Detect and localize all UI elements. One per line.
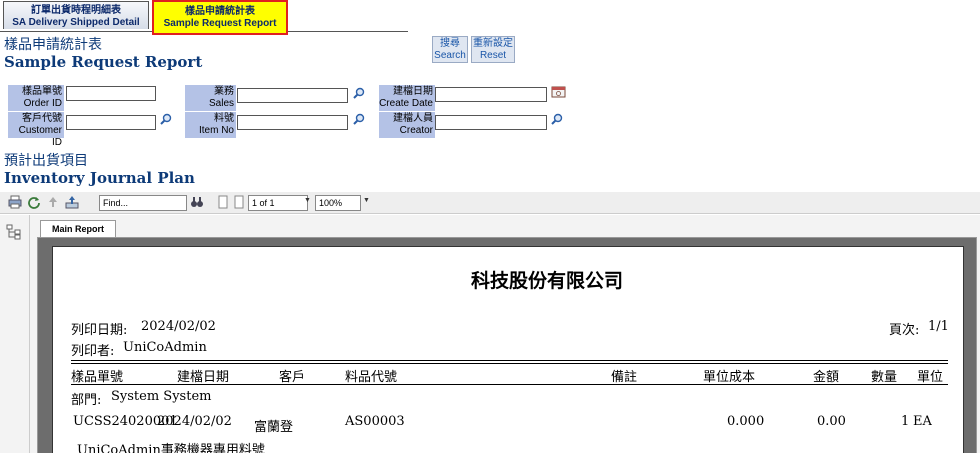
sales-search-icon[interactable] <box>353 87 365 99</box>
sales-label: 業務 Sales <box>185 85 236 111</box>
tab-label-zh: 樣品申請統計表 <box>185 6 255 17</box>
label-en: Order ID <box>23 98 62 109</box>
creator-input[interactable] <box>435 115 547 130</box>
previous-page-icon[interactable] <box>232 195 246 209</box>
order-id-input[interactable] <box>66 86 156 101</box>
header-rule-top <box>71 360 948 361</box>
print-icon[interactable] <box>8 195 22 209</box>
page-label: 頁次: <box>889 323 920 338</box>
print-date-value: 2024/02/02 <box>141 319 216 334</box>
search-button[interactable]: 搜尋 Search <box>432 36 468 63</box>
create-date-input[interactable] <box>435 87 547 102</box>
reset-button-zh: 重新設定 <box>473 38 513 49</box>
customer-id-input[interactable] <box>66 115 156 130</box>
col-unit: 單位 <box>917 370 944 385</box>
col-amount: 金額 <box>813 370 840 385</box>
col-customer: 客戶 <box>279 370 306 385</box>
label-en: Creator <box>399 125 433 136</box>
print-date-label: 列印日期: <box>71 323 128 338</box>
parent-report-icon[interactable] <box>46 195 60 209</box>
printer-value: UniCoAdmin <box>123 340 207 355</box>
label-en: Item No <box>198 125 234 136</box>
page-number-input[interactable]: 1 of 1 <box>248 195 308 211</box>
label-en: Create Date <box>379 98 433 109</box>
creator-label: 建檔人員 Creator <box>379 112 435 138</box>
col-create-date: 建檔日期 <box>177 370 230 385</box>
refresh-icon[interactable] <box>27 195 41 209</box>
tab-label-zh: 訂單出貨時程明細表 <box>31 5 121 16</box>
page-title: 樣品申請統計表 Sample Request Report <box>4 37 202 71</box>
section-title-en: Inventory Journal Plan <box>4 169 195 187</box>
label-en: Sales <box>208 98 234 109</box>
label-zh: 建檔人員 <box>393 113 433 124</box>
col-qty: 數量 <box>871 370 898 385</box>
page-title-en: Sample Request Report <box>4 53 203 71</box>
document-map-sidebar <box>0 215 30 453</box>
row-amount: 0.00 <box>817 414 846 429</box>
item-search-icon[interactable] <box>353 113 365 125</box>
tab-main-report[interactable]: Main Report <box>40 220 116 237</box>
page-dropdown-chevron-icon[interactable]: ▼ <box>304 197 311 204</box>
find-input[interactable]: Find... <box>99 195 187 211</box>
creator-search-icon[interactable] <box>551 113 563 125</box>
row-date: 2024/02/02 <box>157 414 232 429</box>
export-icon[interactable] <box>65 195 79 209</box>
row-note: UniCoAdmin事務機器專用料號 <box>77 443 265 453</box>
report-tabs: 訂單出貨時程明細表 SA Delivery Shipped Detail 樣品申… <box>0 0 408 35</box>
zoom-dropdown-chevron-icon[interactable]: ▼ <box>363 197 370 204</box>
dept-value: System System <box>111 389 212 404</box>
section-title-zh: 預計出貨項目 <box>4 153 88 169</box>
row-item: AS00003 <box>345 414 405 429</box>
create-date-label: 建檔日期 Create Date <box>379 85 435 111</box>
section-title: 預計出貨項目 Inventory Journal Plan <box>4 153 195 187</box>
reset-button[interactable]: 重新設定 Reset <box>471 36 515 63</box>
item-no-input[interactable] <box>237 115 348 130</box>
search-button-zh: 搜尋 <box>440 38 460 49</box>
tab-sample-request-report[interactable]: 樣品申請統計表 Sample Request Report <box>152 0 288 35</box>
printer-label: 列印者: <box>71 344 115 359</box>
row-unit: EA <box>913 414 932 429</box>
header-rule-bottom <box>71 384 948 385</box>
row-qty: 1 <box>901 414 910 429</box>
col-remark: 備註 <box>611 370 638 385</box>
col-item: 料品代號 <box>345 370 398 385</box>
item-no-label: 料號 Item No <box>185 112 236 138</box>
row-customer: 富蘭登 <box>254 420 294 435</box>
report-page: 科技股份有限公司 列印日期: 2024/02/02 頁次: 1/1 列印者: U… <box>52 246 964 453</box>
zoom-select[interactable]: 100% <box>315 195 361 211</box>
calendar-icon[interactable] <box>551 86 566 98</box>
label-zh: 建檔日期 <box>393 86 433 97</box>
label-zh: 業務 <box>214 86 234 97</box>
document-map-icon[interactable] <box>6 224 22 240</box>
sales-input[interactable] <box>237 88 348 103</box>
order-id-label: 樣品單號 Order ID <box>8 85 64 111</box>
page-title-zh: 樣品申請統計表 <box>4 37 102 53</box>
binoculars-icon[interactable] <box>190 195 204 209</box>
page-value: 1/1 <box>928 319 949 334</box>
col-order-id: 樣品單號 <box>71 370 124 385</box>
label-en: Customer ID <box>18 125 62 148</box>
header-rule-top2 <box>71 363 948 364</box>
tab-label-en: Sample Request Report <box>163 18 277 29</box>
first-page-icon[interactable] <box>216 195 230 209</box>
reset-button-en: Reset <box>479 50 507 61</box>
search-button-en: Search <box>434 50 466 61</box>
label-zh: 客戶代號 <box>22 113 62 124</box>
customer-id-label: 客戶代號 Customer ID <box>8 112 64 148</box>
col-unit-cost: 單位成本 <box>703 370 756 385</box>
tab-sa-delivery-shipped-detail[interactable]: 訂單出貨時程明細表 SA Delivery Shipped Detail <box>3 1 149 29</box>
label-zh: 樣品單號 <box>22 86 62 97</box>
tab-label-en: SA Delivery Shipped Detail <box>12 17 140 28</box>
customer-search-icon[interactable] <box>160 113 172 125</box>
company-name: 科技股份有限公司 <box>471 270 624 292</box>
dept-label: 部門: <box>71 393 102 408</box>
report-viewer-toolbar: Find... 1 of 1 ▼ 100% ▼ <box>0 192 980 214</box>
row-unit-cost: 0.000 <box>727 414 765 429</box>
label-zh: 料號 <box>214 113 234 124</box>
